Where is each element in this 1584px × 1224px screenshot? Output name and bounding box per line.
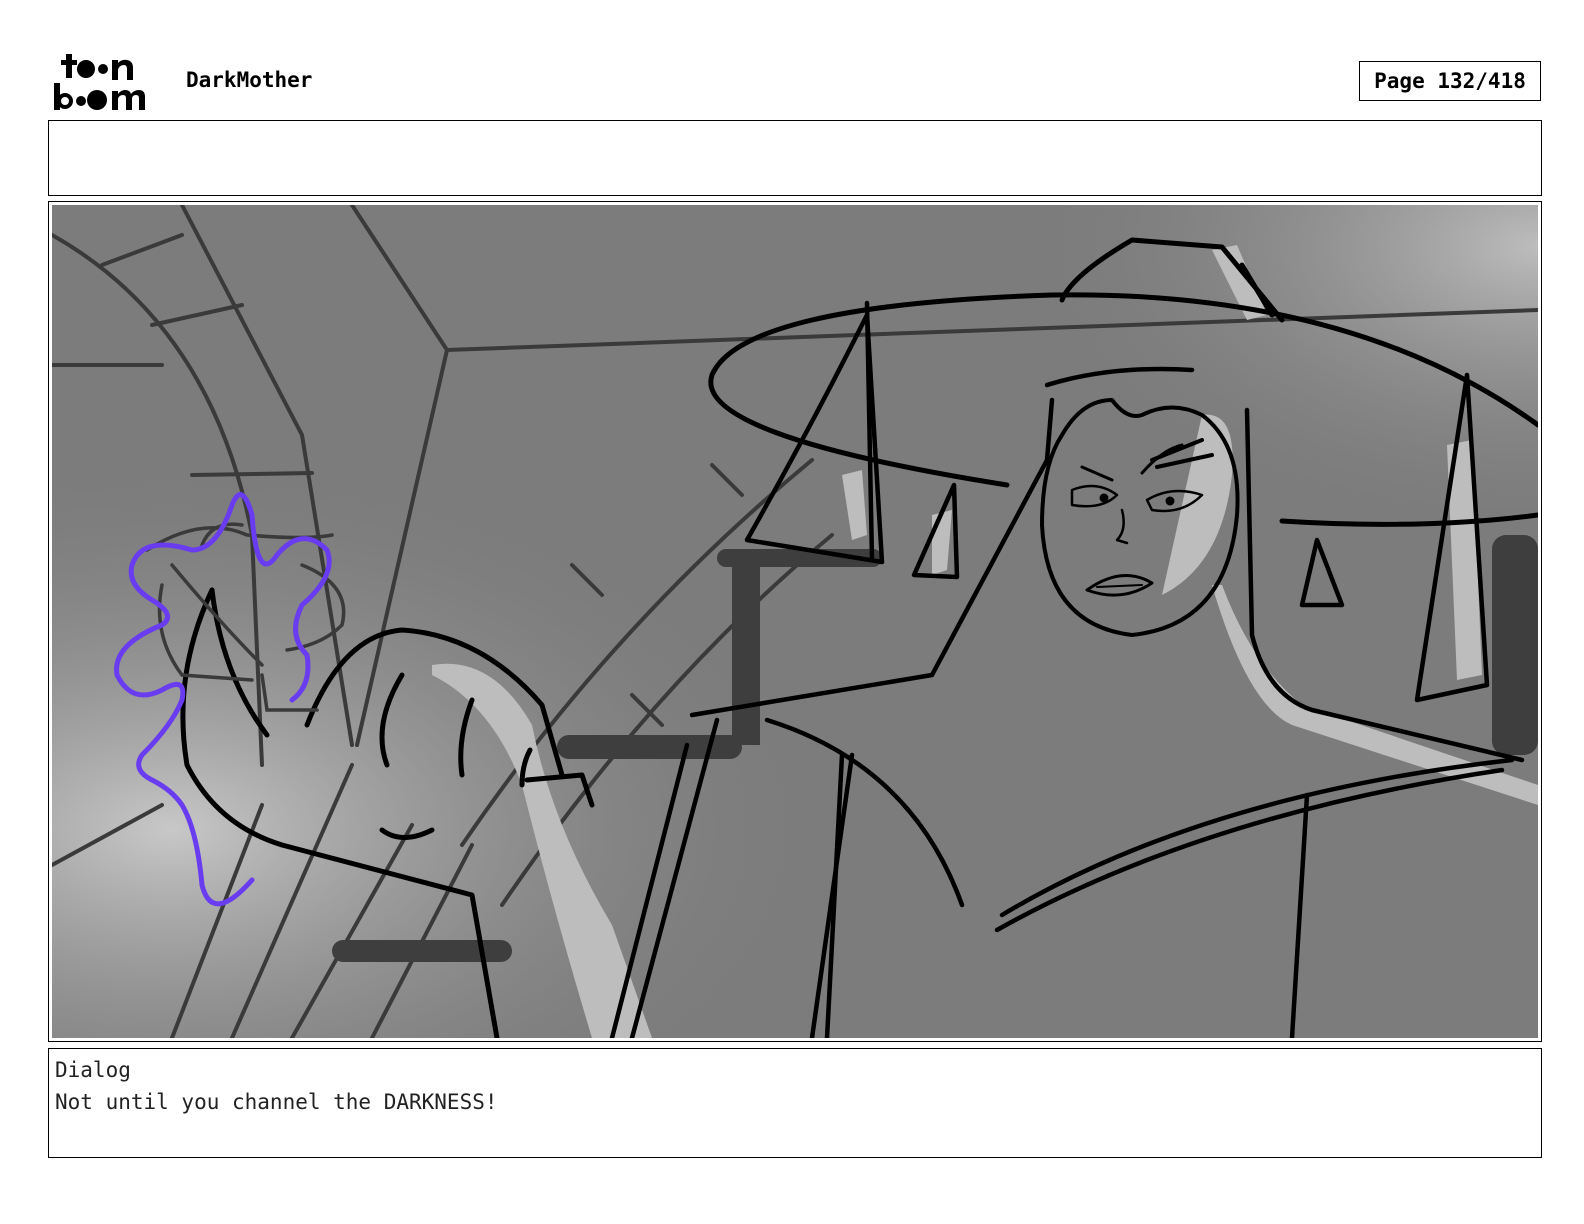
page-counter: Page 132/418 (1359, 61, 1541, 101)
toon-boom-logo (54, 54, 145, 110)
project-title: DarkMother (186, 68, 313, 92)
dialog-label: Dialog (55, 1058, 131, 1082)
dialog-text: Not until you channel the DARKNESS! (55, 1090, 498, 1114)
dialog-box: Dialog Not until you channel the DARKNES… (48, 1048, 1542, 1158)
notes-box (48, 120, 1542, 196)
storyboard-panel-drawing (52, 205, 1538, 1038)
